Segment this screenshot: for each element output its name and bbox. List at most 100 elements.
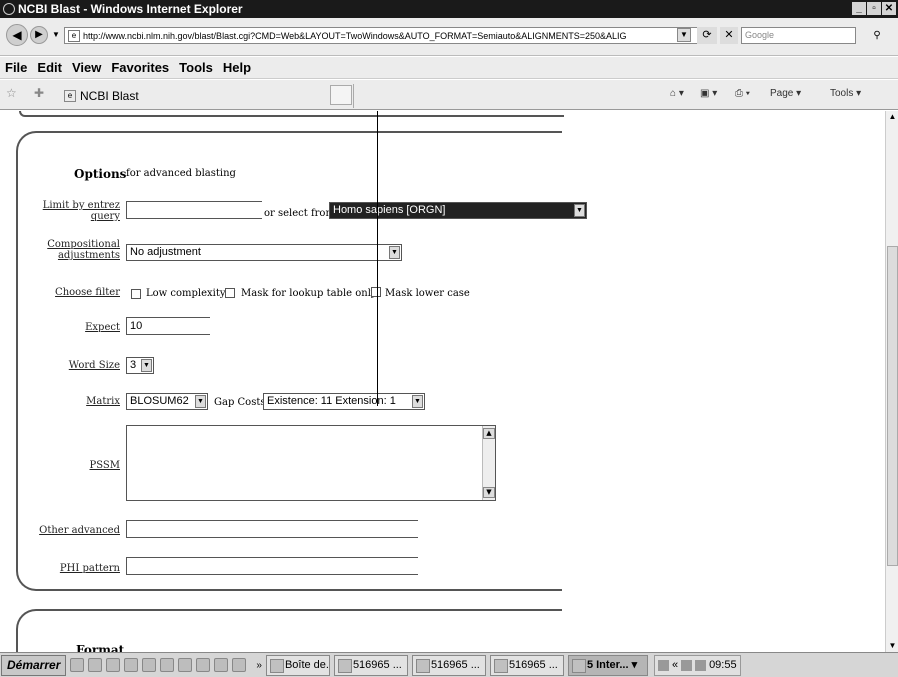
chevron-down-icon: ▼ xyxy=(574,204,585,217)
task-516965-1[interactable]: 516965 ... xyxy=(333,654,408,676)
stop-icon[interactable]: ✕ xyxy=(720,27,738,44)
close-button[interactable]: ✕ xyxy=(882,2,896,15)
mask-lower-case-checkbox[interactable] xyxy=(371,287,381,297)
annotation-pointer-line xyxy=(377,111,378,406)
quicklaunch-icon[interactable] xyxy=(214,658,229,672)
tab-page-icon: e xyxy=(64,90,76,102)
taskbar: Démarrer » Boîte de... 516965 ... 516965… xyxy=(0,652,898,677)
other-advanced-input[interactable] xyxy=(126,520,418,538)
previous-panel-border xyxy=(19,111,564,117)
choose-filter-label[interactable]: Choose filter xyxy=(40,287,120,298)
menu-edit[interactable]: Edit xyxy=(37,60,62,75)
volume-icon[interactable] xyxy=(695,659,707,671)
menu-bar: File Edit View Favorites Tools Help xyxy=(0,57,898,79)
expect-input[interactable]: 10 xyxy=(126,317,210,335)
options-heading: Options xyxy=(74,167,127,181)
quicklaunch-icon[interactable] xyxy=(70,658,85,672)
menu-view[interactable]: View xyxy=(72,60,101,75)
task-mail[interactable]: Boîte de... xyxy=(265,654,330,676)
tab-bar: ☆ ✚ e NCBI Blast ⌂ ▾ ▣ ▾ ⎙ ▾ Page ▾ Tool… xyxy=(0,80,898,110)
quicklaunch-icon[interactable] xyxy=(178,658,193,672)
window-title: NCBI Blast - Windows Internet Explorer xyxy=(18,2,243,16)
select-from-text: or select from: xyxy=(264,208,339,219)
favorites-star-icon[interactable]: ☆ xyxy=(6,86,17,100)
task-516965-3[interactable]: 516965 ... xyxy=(489,654,564,676)
search-input[interactable]: Google xyxy=(741,27,856,44)
format-heading: Format xyxy=(76,643,125,652)
forward-button[interactable]: ▶ xyxy=(30,26,48,44)
organism-select[interactable]: Homo sapiens [ORGN] ▼ xyxy=(329,202,587,219)
language-icon[interactable] xyxy=(657,659,669,671)
page-icon: e xyxy=(68,29,80,42)
organism-value: Homo sapiens [ORGN] xyxy=(333,204,446,216)
matrix-label[interactable]: Matrix xyxy=(40,396,120,407)
ie-icon xyxy=(3,3,15,15)
url-field[interactable]: e http://www.ncbi.nlm.nih.gov/blast/Blas… xyxy=(64,27,698,44)
word-size-select[interactable]: 3 ▼ xyxy=(126,357,154,374)
scroll-down-icon[interactable]: ▼ xyxy=(483,487,495,498)
matrix-select[interactable]: BLOSUM62 ▼ xyxy=(126,393,208,410)
scroll-up-icon[interactable]: ▲ xyxy=(886,111,898,123)
new-tab-button[interactable] xyxy=(330,85,352,105)
matrix-value: BLOSUM62 xyxy=(130,395,189,407)
start-button[interactable]: Démarrer xyxy=(1,654,67,676)
pssm-scrollbar[interactable]: ▲ ▼ xyxy=(482,426,495,500)
mask-lower-case-text: Mask lower case xyxy=(385,288,470,299)
clock: 09:55 xyxy=(709,659,737,671)
gap-costs-select[interactable]: Existence: 11 Extension: 1 ▼ xyxy=(263,393,425,410)
task-ie-group[interactable]: 5 Inter... ▾ xyxy=(567,654,648,676)
quicklaunch-icon[interactable] xyxy=(232,658,247,672)
expect-label[interactable]: Expect xyxy=(40,322,120,333)
feeds-icon[interactable]: ▣ ▾ xyxy=(700,88,717,99)
page-menu[interactable]: Page ▾ xyxy=(770,88,801,99)
low-complexity-checkbox[interactable] xyxy=(131,289,141,299)
pssm-textarea[interactable]: ▲ ▼ xyxy=(126,425,496,501)
maximize-button[interactable]: ▫ xyxy=(867,2,881,15)
compositional-label[interactable]: Compositional adjustments xyxy=(40,239,120,261)
low-complexity-text: Low complexity xyxy=(146,288,226,299)
quicklaunch-icon[interactable] xyxy=(196,658,211,672)
chevron-down-icon: ▼ xyxy=(141,359,152,372)
limit-by-entrez-label[interactable]: Limit by entrez query xyxy=(40,200,120,222)
menu-tools[interactable]: Tools xyxy=(179,60,213,75)
tools-menu[interactable]: Tools ▾ xyxy=(830,88,861,99)
back-button[interactable]: ◀ xyxy=(6,24,28,46)
page-scrollbar[interactable]: ▲ ▼ xyxy=(885,111,898,652)
menu-file[interactable]: File xyxy=(5,60,27,75)
word-size-label[interactable]: Word Size xyxy=(40,360,120,371)
add-favorites-icon[interactable]: ✚ xyxy=(34,86,44,100)
refresh-icon[interactable]: ⟳ xyxy=(697,27,717,44)
page-content: Options for advanced blasting Limit by e… xyxy=(0,111,885,652)
task-516965-2[interactable]: 516965 ... xyxy=(411,654,486,676)
entrez-query-input[interactable] xyxy=(126,201,262,219)
quicklaunch-icon[interactable] xyxy=(124,658,139,672)
scroll-up-icon[interactable]: ▲ xyxy=(483,428,495,439)
tab-ncbi-blast[interactable]: e NCBI Blast xyxy=(64,84,354,108)
history-dropdown-icon[interactable]: ▼ xyxy=(52,30,60,39)
quicklaunch-more[interactable]: » xyxy=(256,660,262,671)
url-dropdown-icon[interactable]: ▼ xyxy=(677,28,691,42)
home-icon[interactable]: ⌂ ▾ xyxy=(670,88,684,99)
menu-favorites[interactable]: Favorites xyxy=(111,60,169,75)
minimize-button[interactable]: _ xyxy=(852,2,866,15)
network-icon[interactable] xyxy=(681,659,693,671)
quicklaunch-icon[interactable] xyxy=(88,658,103,672)
print-icon[interactable]: ⎙ ▾ xyxy=(735,88,750,99)
quicklaunch-icon[interactable] xyxy=(160,658,175,672)
url-text: http://www.ncbi.nlm.nih.gov/blast/Blast.… xyxy=(83,30,627,41)
phi-pattern-input[interactable] xyxy=(126,557,418,575)
phi-pattern-label[interactable]: PHI pattern xyxy=(40,563,120,574)
menu-help[interactable]: Help xyxy=(223,60,251,75)
other-advanced-label[interactable]: Other advanced xyxy=(30,525,120,536)
options-subheading: for advanced blasting xyxy=(126,168,236,179)
pssm-label[interactable]: PSSM xyxy=(40,460,121,471)
scroll-thumb[interactable] xyxy=(887,246,898,566)
scroll-down-icon[interactable]: ▼ xyxy=(886,640,898,652)
mask-lookup-checkbox[interactable] xyxy=(225,288,235,298)
quicklaunch-icon[interactable] xyxy=(142,658,157,672)
gap-costs-label: Gap Costs xyxy=(214,397,266,408)
search-icon[interactable]: ⚲ xyxy=(862,27,892,44)
quicklaunch-icon[interactable] xyxy=(106,658,121,672)
tray-expand[interactable]: « xyxy=(672,659,678,671)
compositional-select[interactable]: No adjustment ▼ xyxy=(126,244,402,261)
